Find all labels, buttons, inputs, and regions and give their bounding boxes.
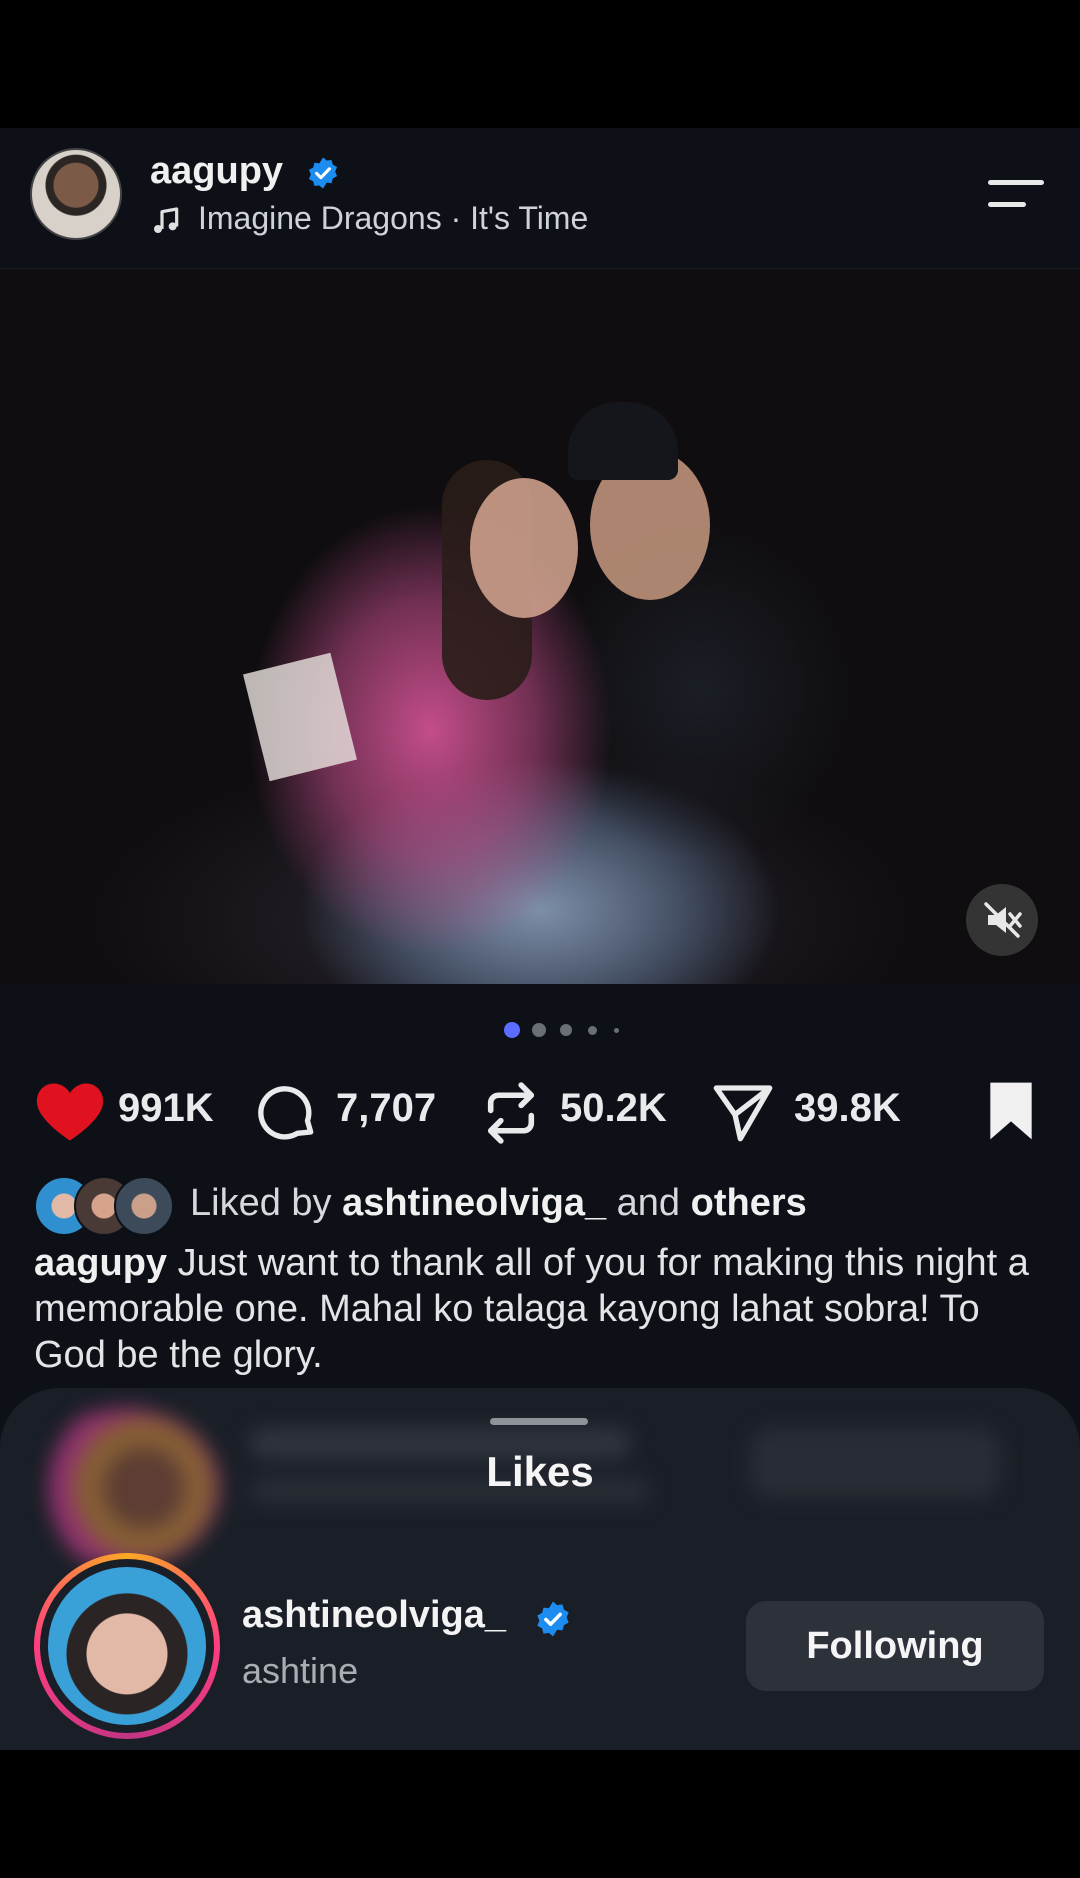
menu-icon[interactable]	[988, 176, 1044, 212]
post-header: aagupy Imagine Dragons · It's Time	[0, 128, 1080, 269]
avatar-ring-gap	[40, 1559, 214, 1733]
sheet-title: Likes	[486, 1448, 594, 1495]
shares-count[interactable]: 39.8K	[794, 1086, 901, 1131]
bookmark-icon[interactable]	[984, 1080, 1038, 1142]
reposts-count[interactable]: 50.2K	[560, 1086, 667, 1131]
heart-icon[interactable]	[34, 1080, 106, 1142]
avatar	[48, 1567, 206, 1725]
post-media[interactable]	[0, 270, 1080, 984]
carousel-dot	[560, 1024, 572, 1036]
carousel-dot-active	[504, 1022, 520, 1038]
comment-icon[interactable]	[256, 1080, 320, 1144]
liked-by-user[interactable]: ashtineolviga_	[342, 1182, 606, 1224]
liked-by-text[interactable]: Liked by ashtineolviga_ and others	[190, 1182, 807, 1225]
share-icon[interactable]	[710, 1080, 776, 1144]
liked-by-and: and	[616, 1182, 681, 1224]
author-avatar[interactable]	[30, 148, 122, 240]
carousel-dot	[532, 1023, 546, 1037]
carousel-dot	[614, 1028, 619, 1033]
post-caption: aagupy Just want to thank all of you for…	[34, 1240, 1044, 1378]
author-username[interactable]: aagupy	[150, 150, 283, 193]
verified-badge-icon	[537, 1601, 569, 1637]
liker-username[interactable]: ashtineolviga_	[242, 1594, 506, 1637]
verified-badge-icon	[308, 157, 338, 189]
sheet-drag-handle[interactable]	[490, 1418, 588, 1425]
repost-icon[interactable]	[480, 1080, 542, 1146]
following-button[interactable]: Following	[746, 1601, 1044, 1691]
avatar	[114, 1176, 174, 1236]
photo-detail	[470, 478, 578, 618]
mute-icon	[984, 902, 1022, 938]
music-note-icon	[154, 207, 179, 233]
user-avatar-story-ring[interactable]	[34, 1553, 220, 1739]
photo-detail	[243, 652, 357, 782]
liked-by-prefix: Liked by	[190, 1182, 332, 1224]
caption-username[interactable]: aagupy	[34, 1242, 167, 1284]
liker-display-name: ashtine	[242, 1650, 359, 1691]
carousel-dot	[588, 1026, 597, 1035]
music-track[interactable]: Imagine Dragons · It's Time	[198, 200, 588, 237]
likes-count[interactable]: 991K	[118, 1086, 214, 1131]
liked-by-avatars[interactable]	[34, 1176, 184, 1236]
mute-button[interactable]	[966, 884, 1038, 956]
status-bar-area	[0, 0, 1080, 128]
liked-by-others[interactable]: others	[691, 1182, 807, 1224]
home-indicator-area	[0, 1750, 1080, 1878]
post-screen: aagupy Imagine Dragons · It's Time 991K …	[0, 128, 1080, 1750]
post-actions: 991K 7,707 50.2K 39.8K	[0, 1076, 1080, 1146]
caption-text: Just want to thank all of you for making…	[34, 1242, 1029, 1376]
photo-detail	[568, 402, 678, 480]
comments-count[interactable]: 7,707	[336, 1086, 436, 1131]
